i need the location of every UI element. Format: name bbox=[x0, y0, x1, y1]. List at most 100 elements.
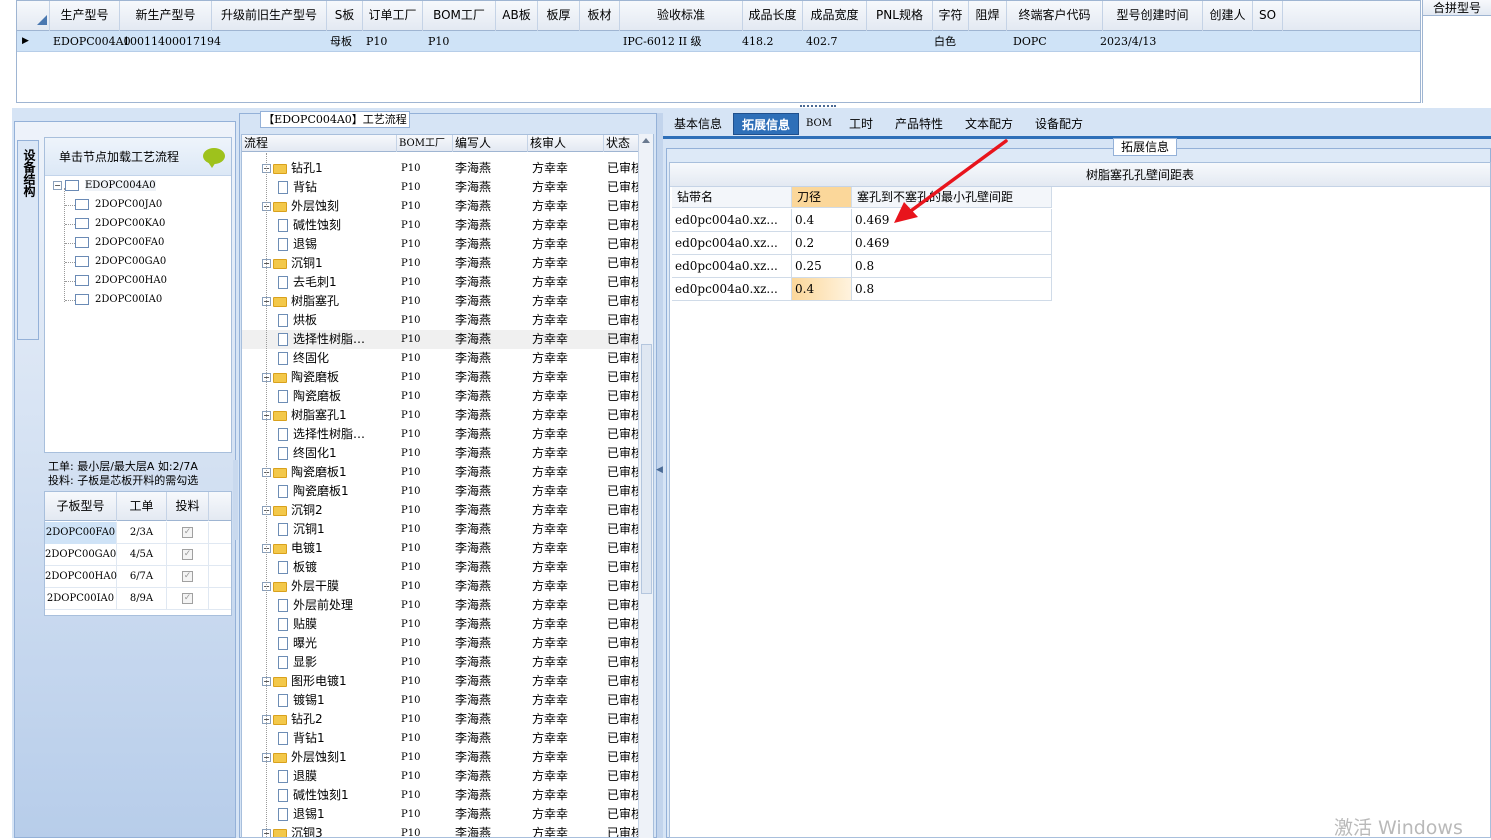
cell-flow-name[interactable]: 碱性蚀刻 bbox=[278, 216, 397, 235]
flow-row[interactable]: 烘板 P10李海燕方幸幸已审核 bbox=[242, 311, 639, 330]
tab-product-features[interactable]: 产品特性 bbox=[889, 113, 949, 135]
flow-scrollbar[interactable] bbox=[638, 134, 653, 838]
cell-flow-name[interactable]: 去毛刺1 bbox=[278, 273, 397, 292]
flow-row[interactable]: −沉铜1P10李海燕方幸幸已审核 bbox=[242, 254, 639, 273]
cell-status[interactable]: 已审核 bbox=[607, 159, 639, 178]
table-row[interactable]: 2DOPC00FA0 2/3A ✓ bbox=[45, 522, 231, 544]
cell-writer[interactable]: 李海燕 bbox=[455, 729, 528, 748]
cell-reviewer[interactable]: 方幸幸 bbox=[532, 406, 604, 425]
cell-reviewer[interactable]: 方幸幸 bbox=[532, 330, 604, 349]
cell-flow-bom[interactable]: P10 bbox=[401, 159, 453, 178]
flow-row[interactable]: −钻孔2P10李海燕方幸幸已审核 bbox=[242, 710, 639, 729]
cell-status[interactable]: 已审核 bbox=[607, 463, 639, 482]
cell-status[interactable]: 已审核 bbox=[607, 311, 639, 330]
col-header-drill-tape[interactable]: 钻带名 bbox=[672, 187, 792, 208]
cell-writer[interactable]: 李海燕 bbox=[455, 653, 528, 672]
cell-writer[interactable]: 李海燕 bbox=[455, 330, 528, 349]
cell-status[interactable]: 已审核 bbox=[607, 520, 639, 539]
cell-drill-tape[interactable]: ed0pc004a0.xz... bbox=[672, 209, 792, 232]
cell-reviewer[interactable]: 方幸幸 bbox=[532, 691, 604, 710]
checkbox-check-icon[interactable]: ✓ bbox=[182, 527, 193, 538]
col-header-char[interactable]: 字符 bbox=[933, 1, 969, 31]
cell-writer[interactable]: 李海燕 bbox=[455, 368, 528, 387]
cell-writer[interactable]: 李海燕 bbox=[455, 197, 528, 216]
cell-reviewer[interactable]: 方幸幸 bbox=[532, 482, 604, 501]
cell-flow-name[interactable]: − 外层蚀刻1 bbox=[262, 748, 397, 767]
tab-text-recipe[interactable]: 文本配方 bbox=[959, 113, 1019, 135]
cell-writer[interactable]: 李海燕 bbox=[455, 748, 528, 767]
cell-flow-name[interactable]: 贴膜 bbox=[278, 615, 397, 634]
cell-flow-bom[interactable]: P10 bbox=[401, 672, 453, 691]
cell-reviewer[interactable]: 方幸幸 bbox=[532, 216, 604, 235]
flow-row[interactable]: 贴膜 P10李海燕方幸幸已审核 bbox=[242, 615, 639, 634]
cell-writer[interactable]: 李海燕 bbox=[455, 444, 528, 463]
cell-flow-bom[interactable]: P10 bbox=[401, 178, 453, 197]
cell-flow-bom[interactable]: P10 bbox=[401, 273, 453, 292]
cell-reviewer[interactable]: 方幸幸 bbox=[532, 748, 604, 767]
cell-reviewer[interactable]: 方幸幸 bbox=[532, 178, 604, 197]
cell-flow-bom[interactable]: P10 bbox=[401, 368, 453, 387]
cell-flow-name[interactable]: − 树脂塞孔 bbox=[262, 292, 397, 311]
cell-flow-name[interactable]: − 陶瓷磨板 bbox=[262, 368, 397, 387]
cell-status[interactable]: 已审核 bbox=[607, 330, 639, 349]
flow-row[interactable]: 退锡 P10李海燕方幸幸已审核 bbox=[242, 235, 639, 254]
flow-row[interactable]: −图形电镀1P10李海燕方幸幸已审核 bbox=[242, 672, 639, 691]
cell-reviewer[interactable]: 方幸幸 bbox=[532, 292, 604, 311]
col-header-width[interactable]: 成品宽度 bbox=[803, 1, 867, 31]
cell-status[interactable]: 已审核 bbox=[607, 558, 639, 577]
cell-writer[interactable]: 李海燕 bbox=[455, 387, 528, 406]
cell-flow-bom[interactable]: P10 bbox=[401, 805, 453, 824]
cell-status[interactable]: 已审核 bbox=[607, 596, 639, 615]
cell-status[interactable]: 已审核 bbox=[607, 767, 639, 786]
cell-writer[interactable]: 李海燕 bbox=[455, 235, 528, 254]
col-header-production-model[interactable]: 生产型号 bbox=[50, 1, 120, 31]
tree-root-node[interactable]: − EDOPC004A0 bbox=[53, 178, 156, 194]
cell-flow-name[interactable]: − 树脂塞孔1 bbox=[262, 406, 397, 425]
cell-sub-board[interactable]: 2DOPC00IA0 bbox=[45, 588, 117, 610]
cell-reviewer[interactable]: 方幸幸 bbox=[532, 159, 604, 178]
cell-work-order[interactable]: 2/3A bbox=[117, 522, 167, 544]
cell-flow-name[interactable]: 选择性树脂… bbox=[278, 425, 397, 444]
cell-flow-name[interactable]: 陶瓷磨板1 bbox=[278, 482, 397, 501]
col-header-order-factory[interactable]: 订单工厂 bbox=[363, 1, 423, 31]
cell-status[interactable]: 已审核 bbox=[607, 273, 639, 292]
cell-status[interactable]: 已审核 bbox=[607, 501, 639, 520]
cell-writer[interactable]: 李海燕 bbox=[455, 482, 528, 501]
tree-child-node[interactable]: 2DOPC00HA0 bbox=[75, 273, 167, 289]
cell-reviewer[interactable]: 方幸幸 bbox=[532, 672, 604, 691]
cell-writer[interactable]: 李海燕 bbox=[455, 672, 528, 691]
cell-reviewer[interactable]: 方幸幸 bbox=[532, 767, 604, 786]
cell-writer[interactable]: 李海燕 bbox=[455, 634, 528, 653]
col-header-writer[interactable]: 编写人 bbox=[453, 135, 528, 152]
cell-status[interactable]: 已审核 bbox=[607, 216, 639, 235]
tab-bom[interactable]: BOM bbox=[803, 113, 835, 135]
flow-row[interactable]: 板镀 P10李海燕方幸幸已审核 bbox=[242, 558, 639, 577]
cell-reviewer[interactable]: 方幸幸 bbox=[532, 235, 604, 254]
cell-min-spacing[interactable]: 0.469 bbox=[852, 232, 1052, 255]
cell-flow-bom[interactable]: P10 bbox=[401, 444, 453, 463]
cell-flow-bom[interactable]: P10 bbox=[401, 653, 453, 672]
cell-flow-name[interactable]: − 钻孔2 bbox=[262, 710, 397, 729]
cell-flow-bom[interactable]: P10 bbox=[401, 330, 453, 349]
cell-writer[interactable]: 李海燕 bbox=[455, 406, 528, 425]
cell-customer-code[interactable]: DOPC bbox=[1010, 31, 1047, 52]
cell-flow-name[interactable]: 外层前处理 bbox=[278, 596, 397, 615]
cell-writer[interactable]: 李海燕 bbox=[455, 311, 528, 330]
cell-length[interactable]: 418.2 bbox=[739, 31, 774, 52]
cell-reviewer[interactable]: 方幸幸 bbox=[532, 824, 604, 837]
tree-child-node[interactable]: 2DOPC00JA0 bbox=[75, 197, 162, 213]
flow-row[interactable]: −树脂塞孔1P10李海燕方幸幸已审核 bbox=[242, 406, 639, 425]
chat-bubble-icon[interactable] bbox=[203, 148, 225, 168]
cell-writer[interactable]: 李海燕 bbox=[455, 824, 528, 837]
cell-writer[interactable]: 李海燕 bbox=[455, 767, 528, 786]
table-row[interactable]: 2DOPC00IA0 8/9A ✓ bbox=[45, 588, 231, 610]
col-header-customer-code[interactable]: 终端客户代码 bbox=[1007, 1, 1103, 31]
cell-reviewer[interactable]: 方幸幸 bbox=[532, 653, 604, 672]
scroll-up-icon[interactable] bbox=[642, 138, 650, 143]
cell-tool-diameter[interactable]: 0.4 bbox=[792, 209, 852, 232]
cell-status[interactable]: 已审核 bbox=[607, 615, 639, 634]
cell-writer[interactable]: 李海燕 bbox=[455, 216, 528, 235]
flow-row[interactable]: 显影 P10李海燕方幸幸已审核 bbox=[242, 653, 639, 672]
cell-order-factory[interactable]: P10 bbox=[363, 31, 387, 52]
cell-flow-name[interactable]: 沉铜1 bbox=[278, 520, 397, 539]
